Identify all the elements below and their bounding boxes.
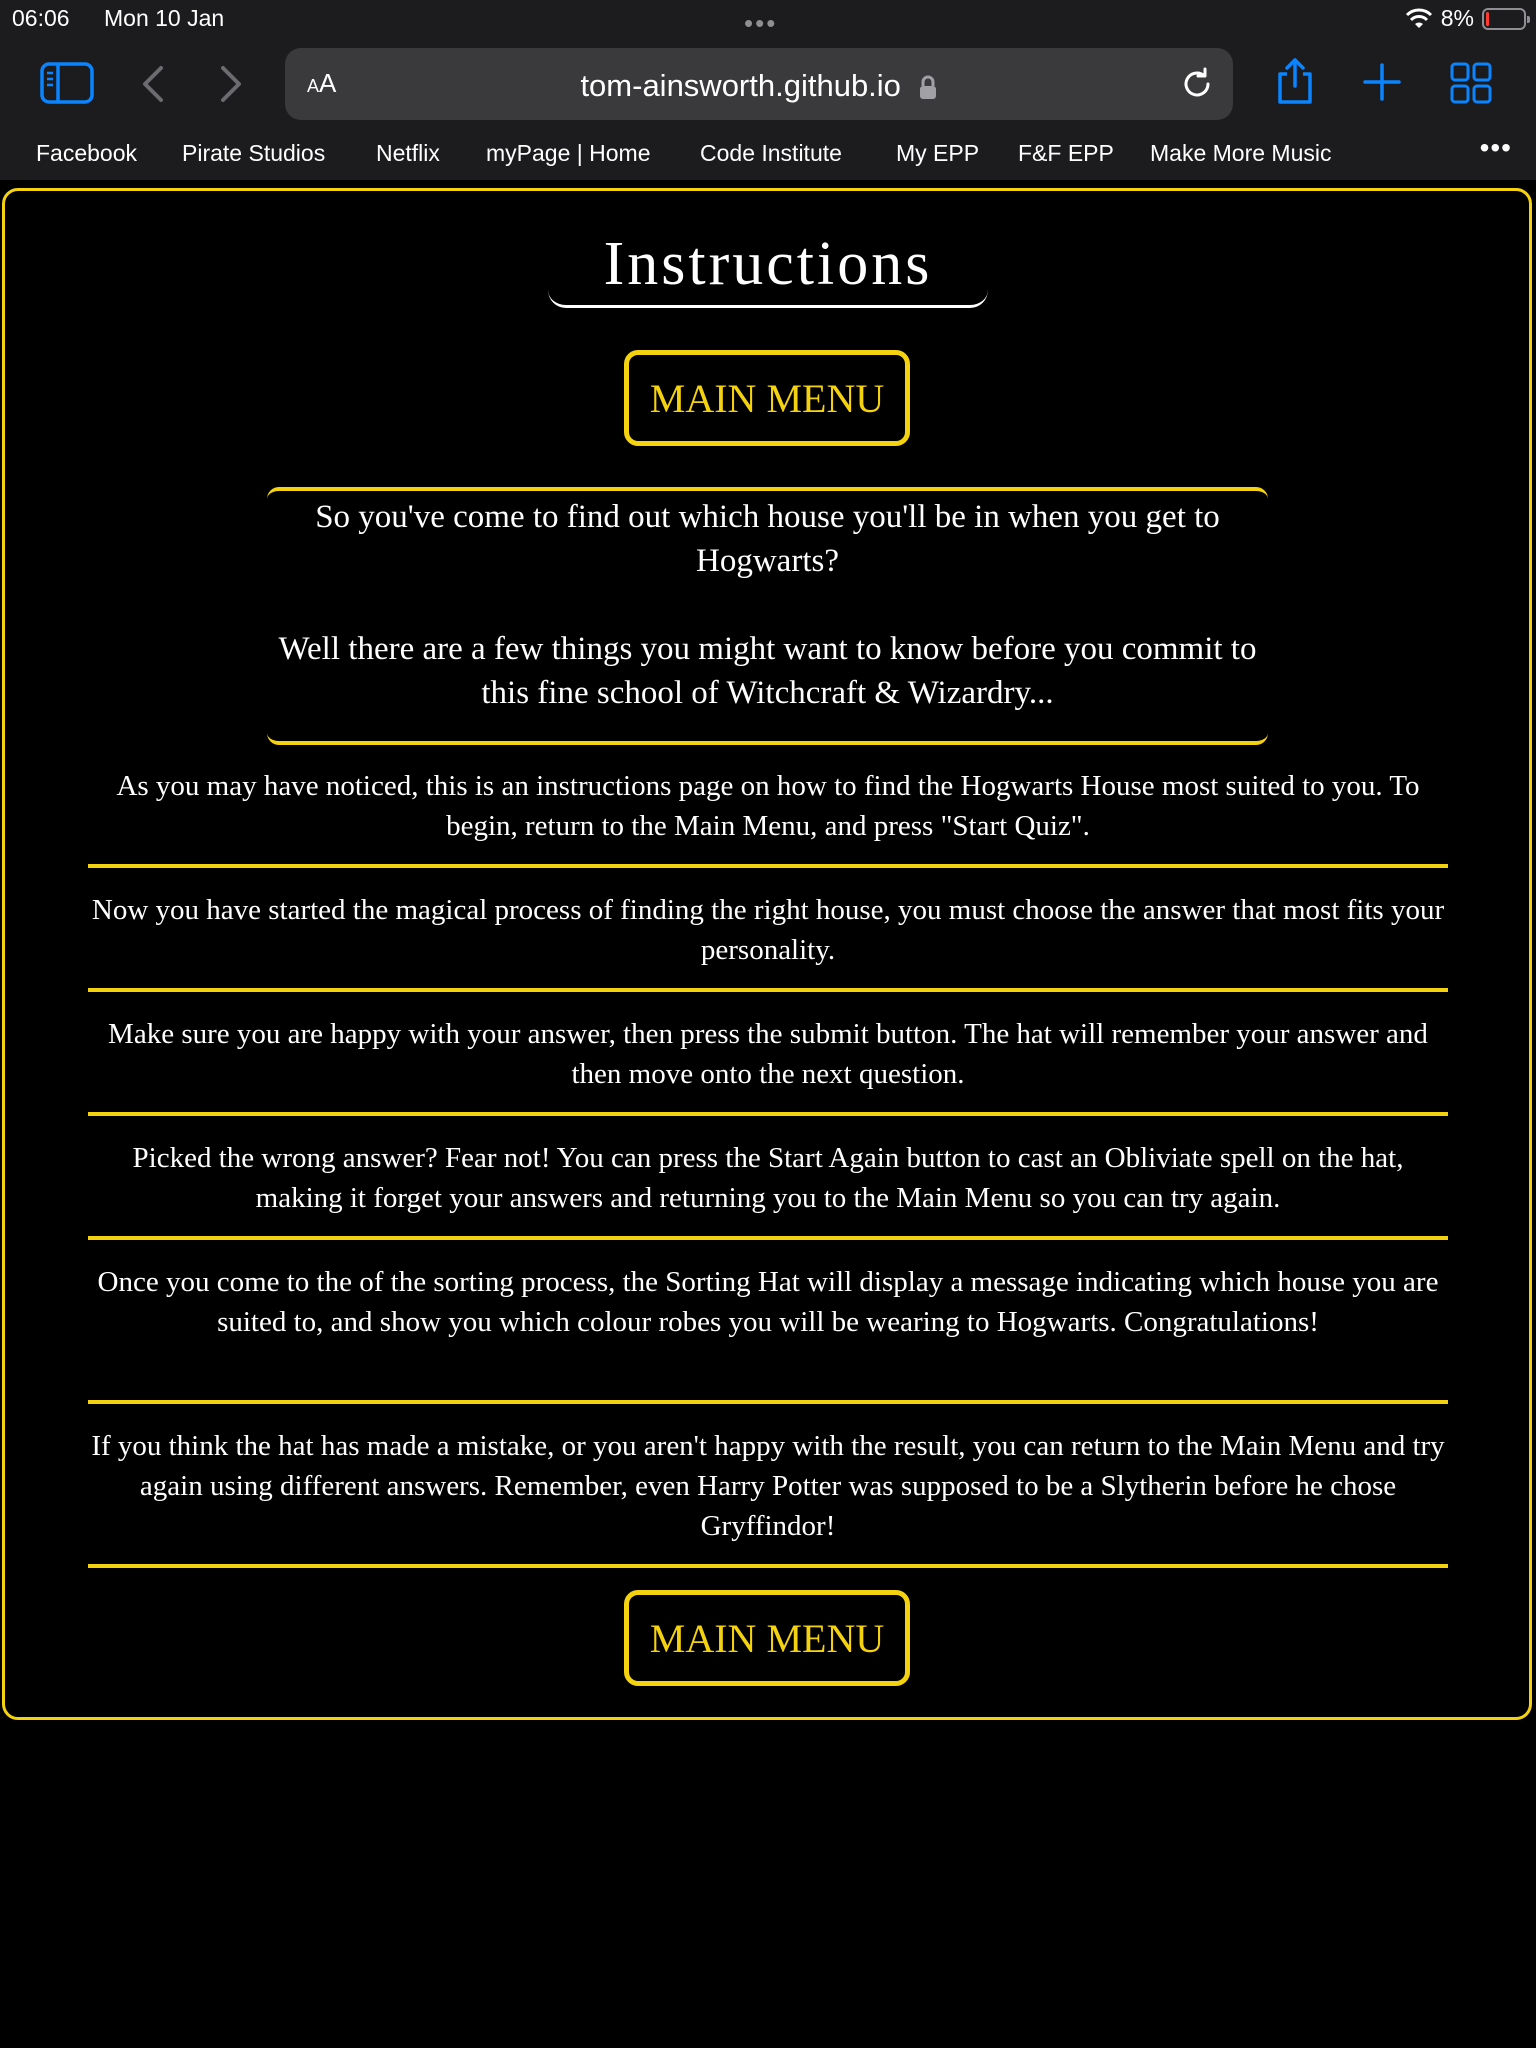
back-icon[interactable]: [140, 64, 166, 104]
status-bar: 06:06 Mon 10 Jan ••• 8%: [0, 0, 1536, 40]
page-title: Instructions: [603, 230, 933, 298]
intro-question: So you've come to find out which house y…: [315, 499, 1220, 579]
new-tab-icon[interactable]: [1362, 62, 1402, 102]
main-menu-button-top[interactable]: MAIN MENU: [624, 350, 910, 446]
bookmarks-bar: Facebook Pirate Studios Netflix myPage |…: [0, 128, 1536, 180]
address-bar[interactable]: AA tom-ainsworth.github.io: [285, 48, 1233, 120]
url-text: tom-ainsworth.github.io: [580, 68, 901, 103]
intro-box: So you've come to find out which house y…: [267, 487, 1268, 745]
sidebar-icon[interactable]: [40, 62, 94, 104]
status-indicators: 8%: [1405, 5, 1530, 32]
battery-level: [1486, 11, 1489, 26]
bookmark-ff-epp[interactable]: F&F EPP: [1018, 140, 1114, 167]
url-display[interactable]: tom-ainsworth.github.io: [285, 68, 1233, 104]
page-title-box: Instructions: [548, 224, 988, 308]
instruction-step-5: Once you come to the of the sorting proc…: [88, 1262, 1448, 1404]
tabs-icon[interactable]: [1450, 62, 1492, 104]
multitasking-dots-icon[interactable]: •••: [744, 8, 777, 39]
battery-icon: [1482, 7, 1530, 30]
bookmark-my-epp[interactable]: My EPP: [896, 140, 979, 167]
instruction-step-2: Now you have started the magical process…: [88, 890, 1448, 992]
instruction-step-6: If you think the hat has made a mistake,…: [88, 1426, 1448, 1568]
more-icon[interactable]: •••: [1480, 132, 1512, 164]
bookmark-make-more-music[interactable]: Make More Music: [1150, 140, 1331, 167]
lock-icon: [919, 75, 936, 99]
instruction-step-4: Picked the wrong answer? Fear not! You c…: [88, 1138, 1448, 1240]
wifi-icon: [1405, 8, 1432, 28]
intro-warning: Well there are a few things you might wa…: [278, 631, 1257, 711]
forward-icon[interactable]: [218, 64, 244, 104]
bookmark-netflix[interactable]: Netflix: [376, 140, 440, 167]
status-date: Mon 10 Jan: [104, 5, 225, 31]
battery-percent: 8%: [1440, 5, 1474, 31]
browser-toolbar: AA tom-ainsworth.github.io: [0, 40, 1536, 128]
bookmark-code-institute[interactable]: Code Institute: [700, 140, 842, 167]
bookmark-pirate-studios[interactable]: Pirate Studios: [182, 140, 325, 167]
instruction-step-3: Make sure you are happy with your answer…: [88, 1014, 1448, 1116]
instruction-step-1: As you may have noticed, this is an inst…: [88, 766, 1448, 868]
bookmark-facebook[interactable]: Facebook: [36, 140, 137, 167]
reload-icon[interactable]: [1179, 66, 1215, 107]
bookmark-mypage-home[interactable]: myPage | Home: [486, 140, 650, 167]
main-menu-button-bottom[interactable]: MAIN MENU: [624, 1590, 910, 1686]
share-icon[interactable]: [1274, 56, 1316, 106]
status-time: 06:06: [12, 5, 70, 31]
